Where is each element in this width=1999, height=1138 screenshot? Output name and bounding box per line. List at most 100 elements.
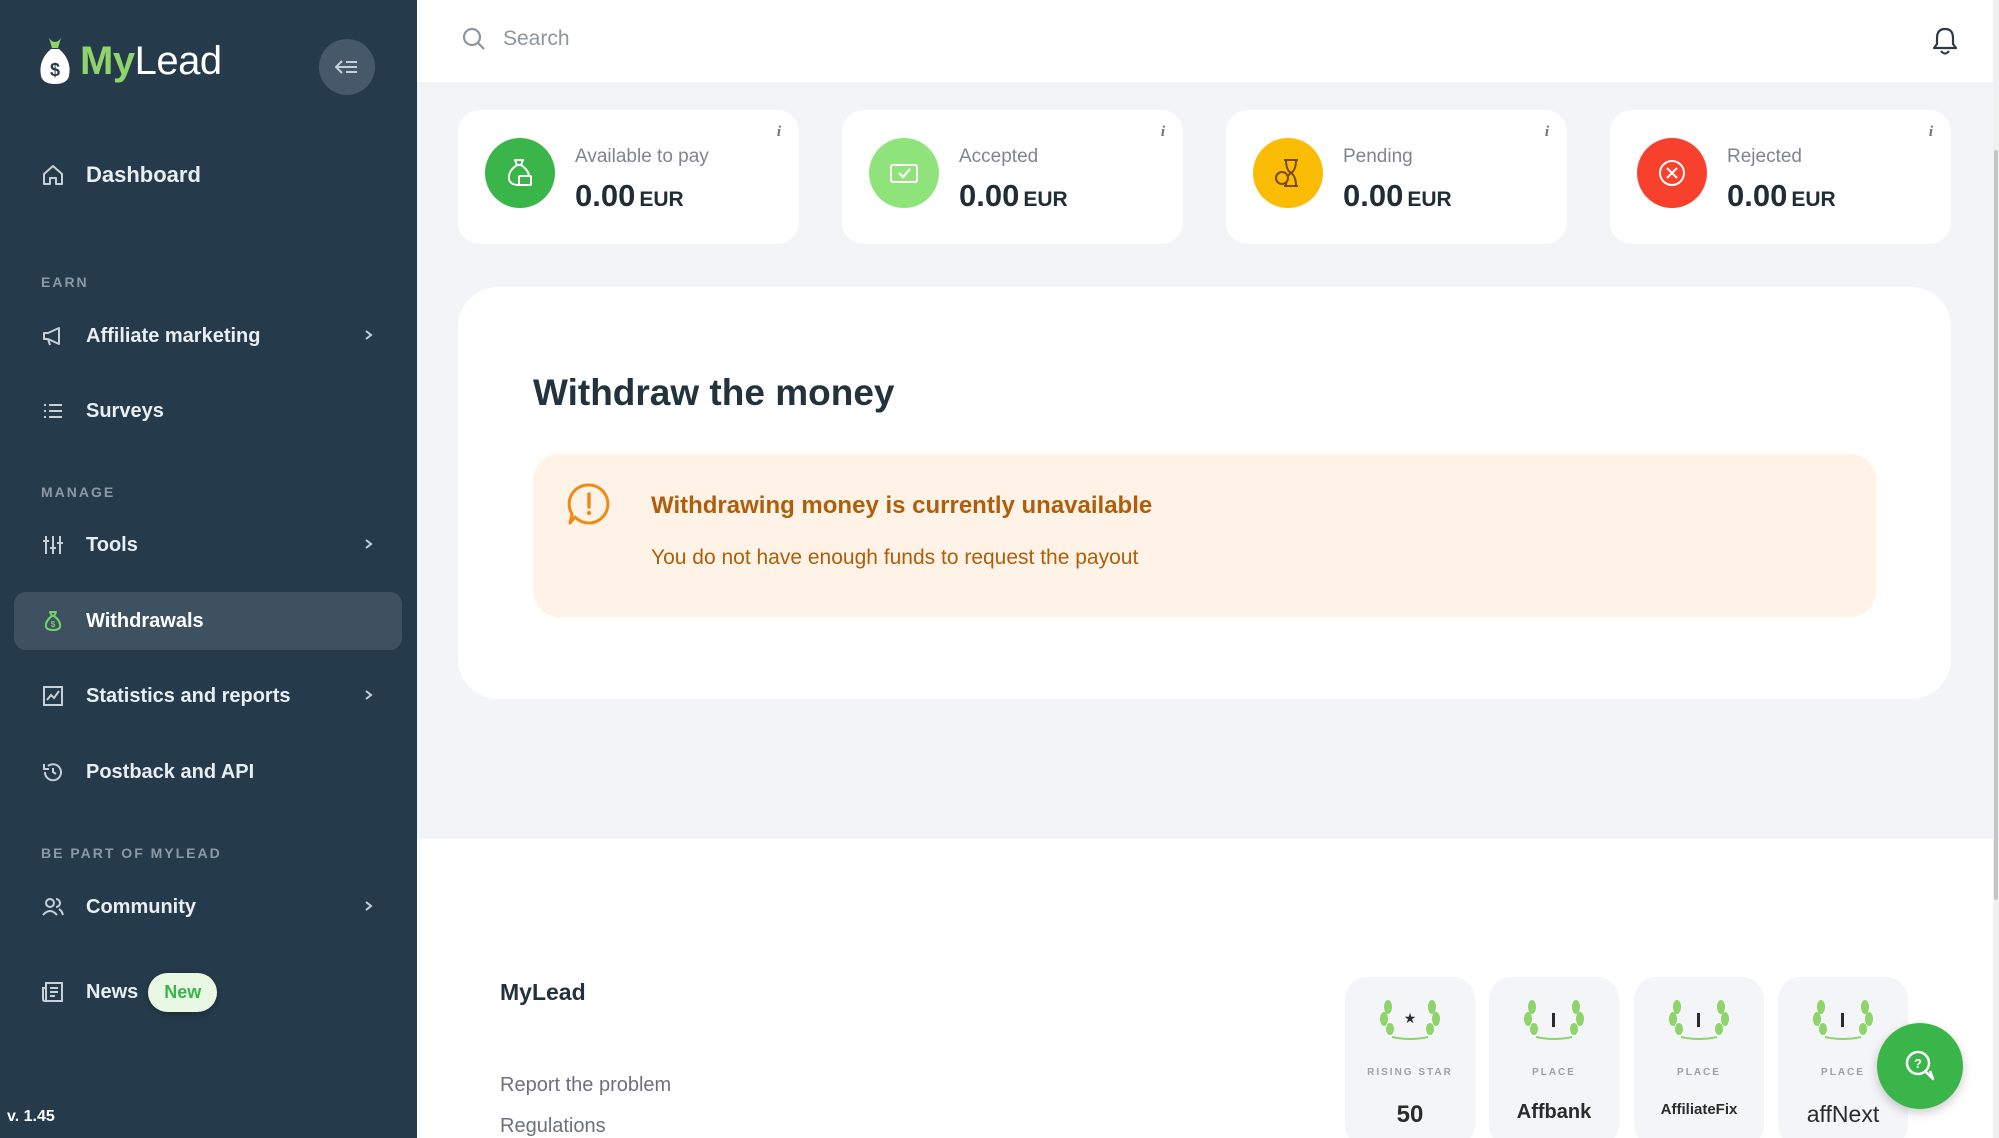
award-tag: PLACE [1677,1067,1721,1078]
nav-withdrawals[interactable]: $ Withdrawals [14,592,402,650]
stat-card-available: Available to pay 0.00 EUR i [458,110,799,244]
sliders-icon [40,532,66,558]
stat-card-rejected: Rejected 0.00 EUR i [1610,110,1951,244]
stat-card-accepted: Accepted 0.00 EUR i [842,110,1183,244]
nav-statistics-label: Statistics and reports [86,684,291,707]
nav-statistics[interactable]: Statistics and reports [14,667,402,725]
award-tag: PLACE [1532,1067,1576,1078]
laurel-icon [1524,1000,1584,1040]
svg-text:?: ? [1914,1056,1922,1071]
stat-amount: 0.00 [575,178,636,213]
version-label: v. 1.45 [7,1108,55,1125]
withdraw-card: Withdraw the money Withdrawing money is … [458,287,1951,699]
alert-exclamation-icon [567,483,610,525]
info-icon[interactable]: i [1545,124,1549,141]
page-title: Withdraw the money [533,372,895,413]
svg-text:$: $ [50,60,60,80]
collapse-arrow-icon [335,60,357,74]
award-badge: PLACE AffiliateFix [1634,977,1764,1138]
megaphone-icon [40,323,66,349]
info-icon[interactable]: i [1161,124,1165,141]
nav-community[interactable]: Community [14,878,402,936]
chevron-right-icon [365,690,373,700]
laurel-icon: ★ [1380,1000,1440,1040]
support-chat-button[interactable]: ? [1877,1023,1963,1109]
logo-my-text: My [80,38,135,83]
new-badge: New [148,972,218,1012]
stat-currency: EUR [1023,188,1068,211]
section-earn-label: EARN [41,274,89,290]
top-bar [417,0,1993,82]
nav-news-label: News [86,980,139,1003]
circle-x-icon [1637,138,1707,208]
history-icon [40,759,66,785]
nav-affiliate-label: Affiliate marketing [86,324,261,347]
award-brand: affNext [1806,1101,1880,1127]
nav-dashboard[interactable]: Dashboard [14,146,402,204]
newspaper-icon [40,979,66,1005]
section-be-part-label: BE PART OF MYLEAD [41,845,222,861]
stat-value: 0.00 EUR [1727,178,1836,214]
chevron-right-icon [365,901,373,911]
nav-postback-api[interactable]: Postback and API [14,743,402,801]
regulations-link[interactable]: Regulations [500,1115,606,1138]
nav-postback-label: Postback and API [86,760,255,783]
section-manage-label: MANAGE [41,484,116,500]
stat-label: Accepted [959,146,1039,167]
stat-value: 0.00 EUR [959,178,1068,214]
stat-amount: 0.00 [1343,178,1404,213]
list-icon [40,398,66,424]
award-brand: AffiliateFix [1660,1101,1738,1118]
award-brand: 50 [1396,1101,1424,1128]
search-icon [462,27,485,50]
nav-surveys-label: Surveys [86,399,164,422]
users-icon [40,894,66,920]
chat-help-icon: ? [1905,1050,1935,1081]
mylead-logo[interactable]: $ MyLead [38,36,222,86]
laurel-icon [1813,1000,1873,1040]
stat-amount: 0.00 [959,178,1020,213]
nav-tools[interactable]: Tools [14,516,402,574]
stat-value: 0.00 EUR [575,178,684,214]
logo-lead-text: Lead [134,38,222,83]
info-icon[interactable]: i [1929,124,1933,141]
footer-title: MyLead [500,979,586,1005]
sidebar: $ MyLead Dashboard EARN Affiliate market… [0,0,417,1138]
money-bag-icon: $ [40,608,66,634]
unavailable-alert: Withdrawing money is currently unavailab… [533,454,1876,617]
collapse-sidebar-button[interactable] [319,39,375,95]
report-problem-link[interactable]: Report the problem [500,1074,671,1097]
alert-title: Withdrawing money is currently unavailab… [651,492,1153,519]
nav-withdrawals-label: Withdrawals [86,609,204,632]
stat-currency: EUR [639,188,684,211]
info-icon[interactable]: i [777,124,781,141]
award-badge: ★ RISING STAR 50 [1345,977,1475,1138]
nav-dashboard-label: Dashboard [86,162,201,187]
chevron-right-icon [365,539,373,549]
stat-currency: EUR [1407,188,1452,211]
chart-icon [40,683,66,709]
home-icon [40,162,66,188]
nav-surveys[interactable]: Surveys [14,382,402,440]
cash-check-icon [869,138,939,208]
nav-affiliate-marketing[interactable]: Affiliate marketing [14,307,402,365]
scrollbar-thumb[interactable] [1994,150,1998,900]
svg-text:$: $ [51,620,56,629]
stat-label: Rejected [1727,146,1802,167]
nav-news[interactable]: News New [14,963,402,1021]
chevron-right-icon [365,330,373,340]
stat-card-pending: Pending 0.00 EUR i [1226,110,1567,244]
nav-community-label: Community [86,895,196,918]
award-badge: PLACE Affbank [1489,977,1619,1138]
footer: MyLead Report the problem Regulations ★ … [417,839,1993,1138]
stat-label: Pending [1343,146,1413,167]
stat-label: Available to pay [575,146,709,167]
alert-message: You do not have enough funds to request … [651,546,1139,569]
hourglass-coin-icon [1253,138,1323,208]
award-tag: RISING STAR [1367,1067,1453,1078]
nav-tools-label: Tools [86,533,138,556]
bell-icon[interactable] [1931,26,1959,56]
svg-text:★: ★ [1404,1010,1417,1026]
search-input[interactable] [503,20,1103,58]
award-brand: Affbank [1516,1101,1592,1123]
